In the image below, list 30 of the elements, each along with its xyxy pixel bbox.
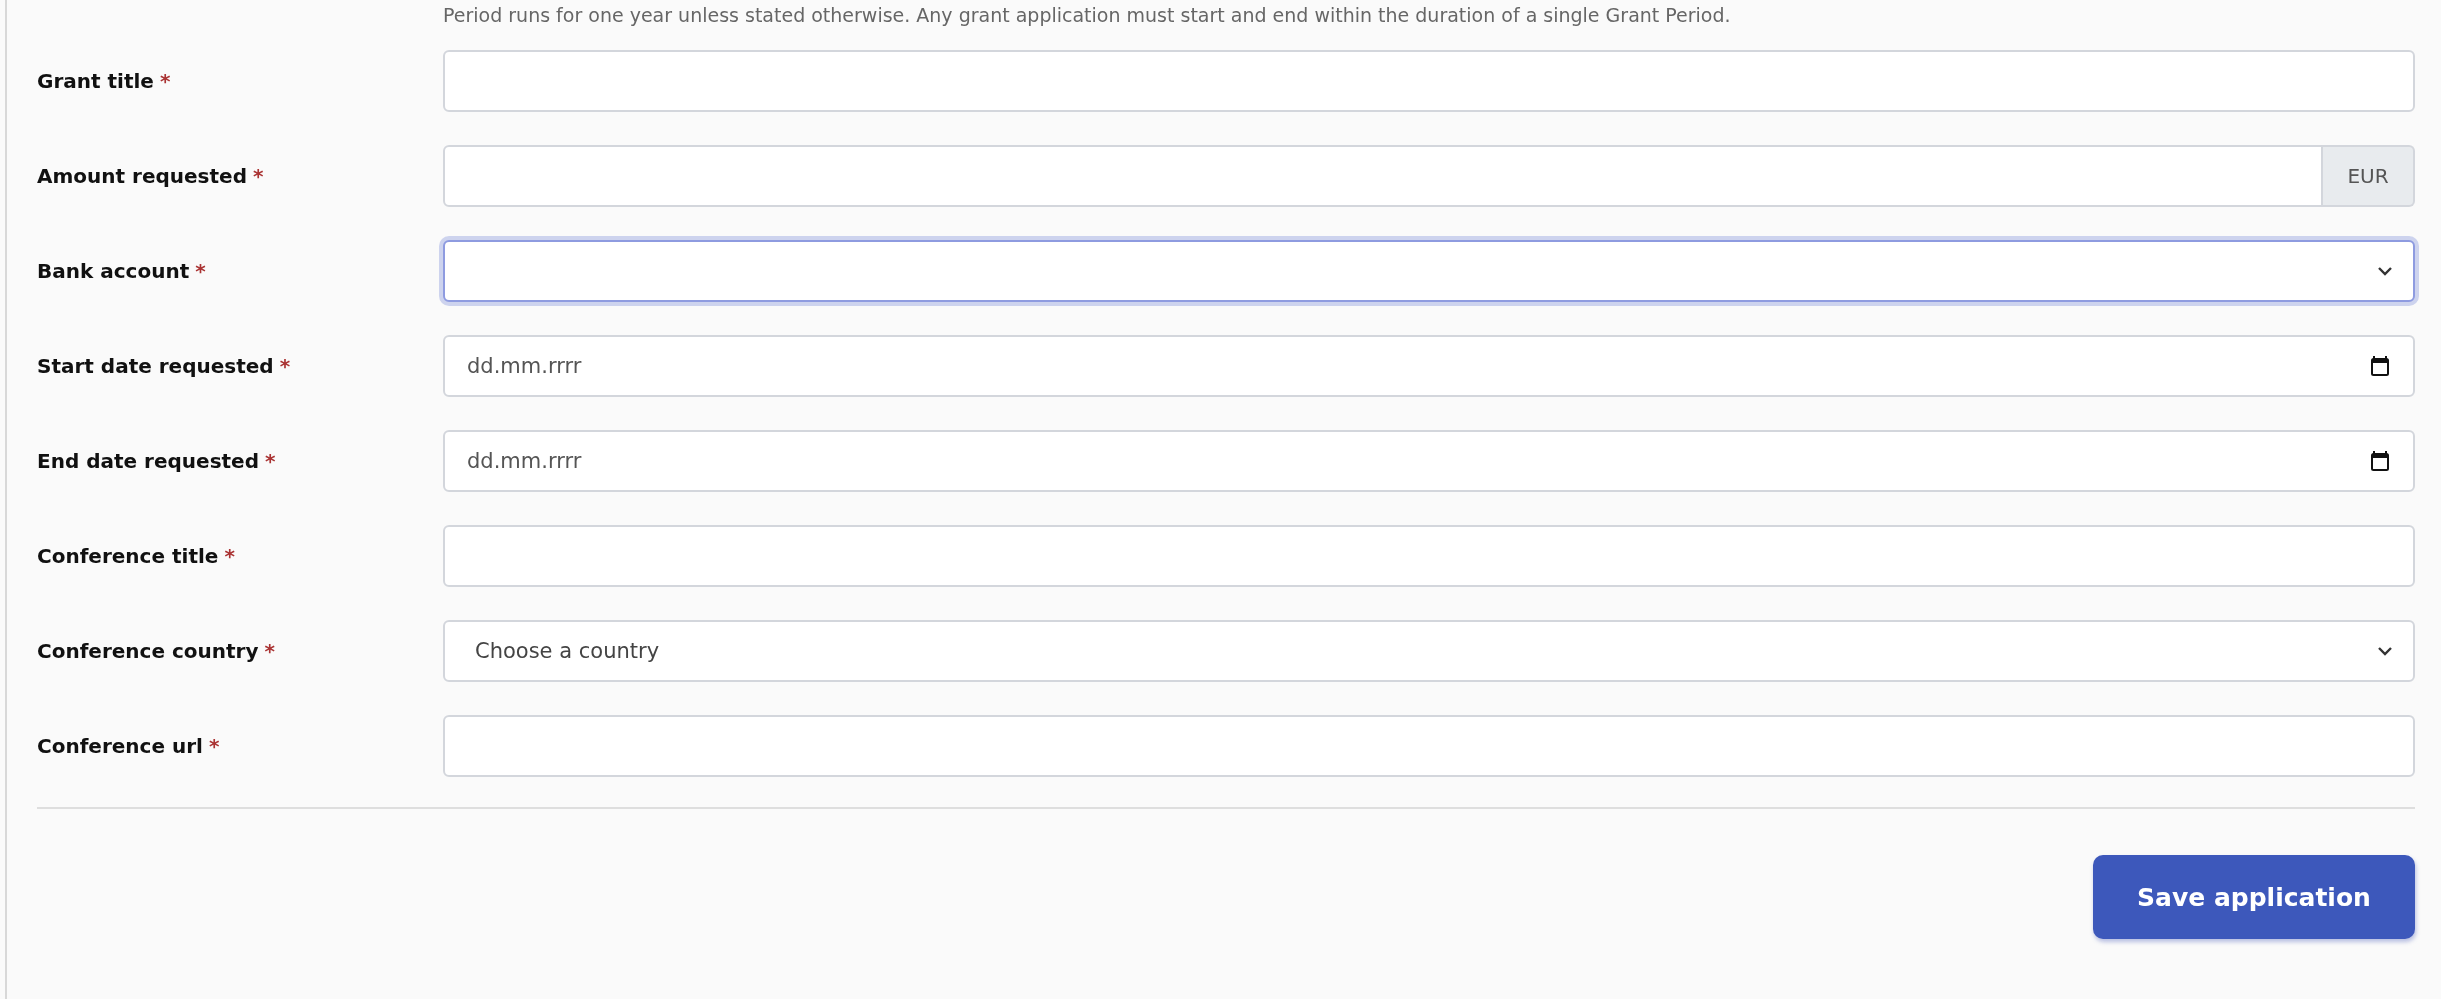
calendar-icon[interactable] <box>2371 450 2389 471</box>
field-label: Conference title <box>37 543 219 568</box>
select-field[interactable]: Choose a country <box>443 619 2415 682</box>
field-label: Start date requested <box>37 353 274 378</box>
field-label: Amount requested <box>37 163 247 188</box>
text-field[interactable] <box>443 49 2415 112</box>
field-label: Grant title <box>37 68 154 93</box>
calendar-icon[interactable] <box>2371 355 2389 376</box>
required-mark: * <box>264 638 275 663</box>
required-mark: * <box>265 448 276 473</box>
required-mark: * <box>252 163 264 188</box>
field-label: Conference country <box>37 638 259 663</box>
save-application-button[interactable]: Save application <box>2093 855 2415 939</box>
field-label: End date requested <box>37 448 259 473</box>
field-label: Bank account <box>37 258 190 283</box>
currency-addon: EUR <box>2323 144 2415 207</box>
field-label: Conference url <box>37 733 203 758</box>
required-mark: * <box>224 543 235 568</box>
help-text: Period runs for one year unless stated otherwise. Any grant application must start and end within the duration of a single Grant Period. <box>443 4 1731 26</box>
date-field[interactable]: dd.mm.rrrr <box>443 334 2415 397</box>
required-mark: * <box>195 258 206 283</box>
date-field[interactable]: dd.mm.rrrr <box>443 429 2415 492</box>
required-mark: * <box>208 733 220 758</box>
chevron-down-icon <box>2377 265 2393 276</box>
text-field[interactable] <box>443 524 2415 587</box>
amount-field[interactable] <box>443 144 2323 207</box>
chevron-down-icon <box>2377 645 2393 656</box>
required-mark: * <box>159 68 171 93</box>
text-field[interactable] <box>443 714 2415 777</box>
required-mark: * <box>279 353 291 378</box>
